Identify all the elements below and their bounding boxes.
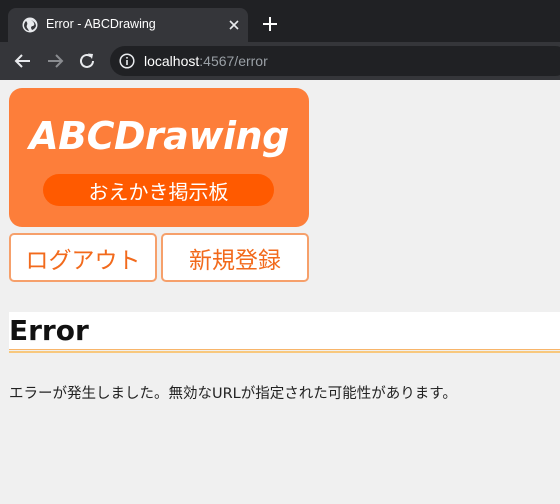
info-icon[interactable]: [119, 53, 135, 69]
page-title: Error: [9, 314, 89, 347]
page-title-box: Error: [9, 312, 560, 350]
plus-icon[interactable]: [262, 16, 278, 32]
browser-tab[interactable]: Error - ABCDrawing: [8, 8, 248, 42]
url-text[interactable]: localhost:4567/error: [144, 53, 268, 69]
error-message: エラーが発生しました。無効なURLが指定された可能性があります。: [9, 386, 457, 402]
title-underline: [9, 349, 560, 353]
forward-arrow-icon[interactable]: [46, 52, 64, 70]
tab-close-icon[interactable]: [226, 17, 242, 33]
back-arrow-icon[interactable]: [14, 52, 32, 70]
url-host: localhost: [144, 53, 200, 69]
globe-icon: [22, 17, 38, 33]
page-body: ABCDrawing おえかき掲示板 ログアウト 新規登録 Error エラーが…: [0, 80, 560, 504]
logo-subtitle: おえかき掲示板: [88, 179, 229, 204]
site-logo[interactable]: ABCDrawing おえかき掲示板: [9, 88, 309, 227]
reload-icon[interactable]: [78, 52, 96, 70]
url-path: :4567/error: [199, 53, 268, 69]
browser-toolbar: localhost:4567/error: [0, 42, 560, 80]
browser-tab-strip: Error - ABCDrawing: [0, 0, 560, 42]
address-bar[interactable]: localhost:4567/error: [110, 46, 560, 76]
register-button[interactable]: 新規登録: [161, 233, 309, 282]
logo-title: ABCDrawing: [29, 114, 289, 158]
tab-title: Error - ABCDrawing: [46, 17, 156, 31]
logout-button[interactable]: ログアウト: [9, 233, 157, 282]
logo-subtitle-pill: おえかき掲示板: [43, 174, 274, 206]
